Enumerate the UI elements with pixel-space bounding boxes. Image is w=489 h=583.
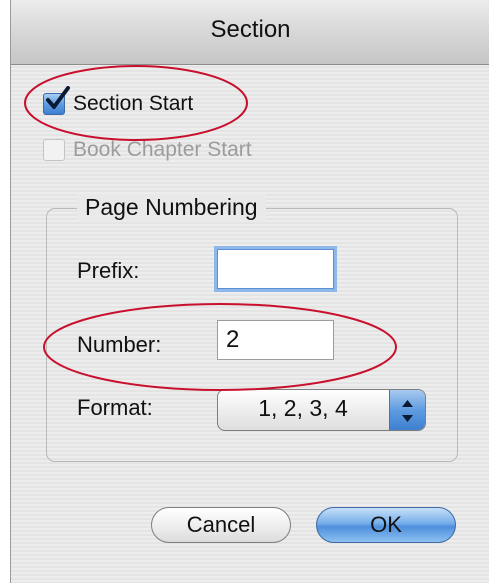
ok-button[interactable]: OK bbox=[316, 507, 456, 543]
format-label: Format: bbox=[77, 395, 153, 420]
book-chapter-start-label: Book Chapter Start bbox=[73, 138, 252, 161]
prefix-input[interactable] bbox=[217, 249, 334, 289]
section-start-checkbox[interactable] bbox=[43, 86, 70, 115]
section-start-row[interactable]: Section Start bbox=[43, 86, 194, 116]
checkmark-icon bbox=[46, 86, 70, 109]
book-chapter-start-checkbox bbox=[43, 139, 65, 161]
dialog-title: Section bbox=[210, 16, 291, 43]
prefix-label: Prefix: bbox=[77, 258, 140, 283]
format-popup-value: 1, 2, 3, 4 bbox=[258, 395, 348, 421]
number-input[interactable]: 2 bbox=[217, 320, 334, 360]
page-numbering-title: Page Numbering bbox=[77, 194, 266, 221]
number-label: Number: bbox=[77, 332, 162, 357]
section-dialog: Section Section Start Book Chapter Start… bbox=[10, 0, 489, 583]
up-down-arrows-icon bbox=[389, 390, 425, 430]
title-bar: Section bbox=[11, 0, 489, 65]
book-chapter-start-row: Book Chapter Start bbox=[43, 138, 252, 162]
section-start-label: Section Start bbox=[73, 92, 194, 115]
cancel-button[interactable]: Cancel bbox=[151, 507, 291, 543]
format-popup[interactable]: 1, 2, 3, 4 bbox=[217, 389, 426, 431]
